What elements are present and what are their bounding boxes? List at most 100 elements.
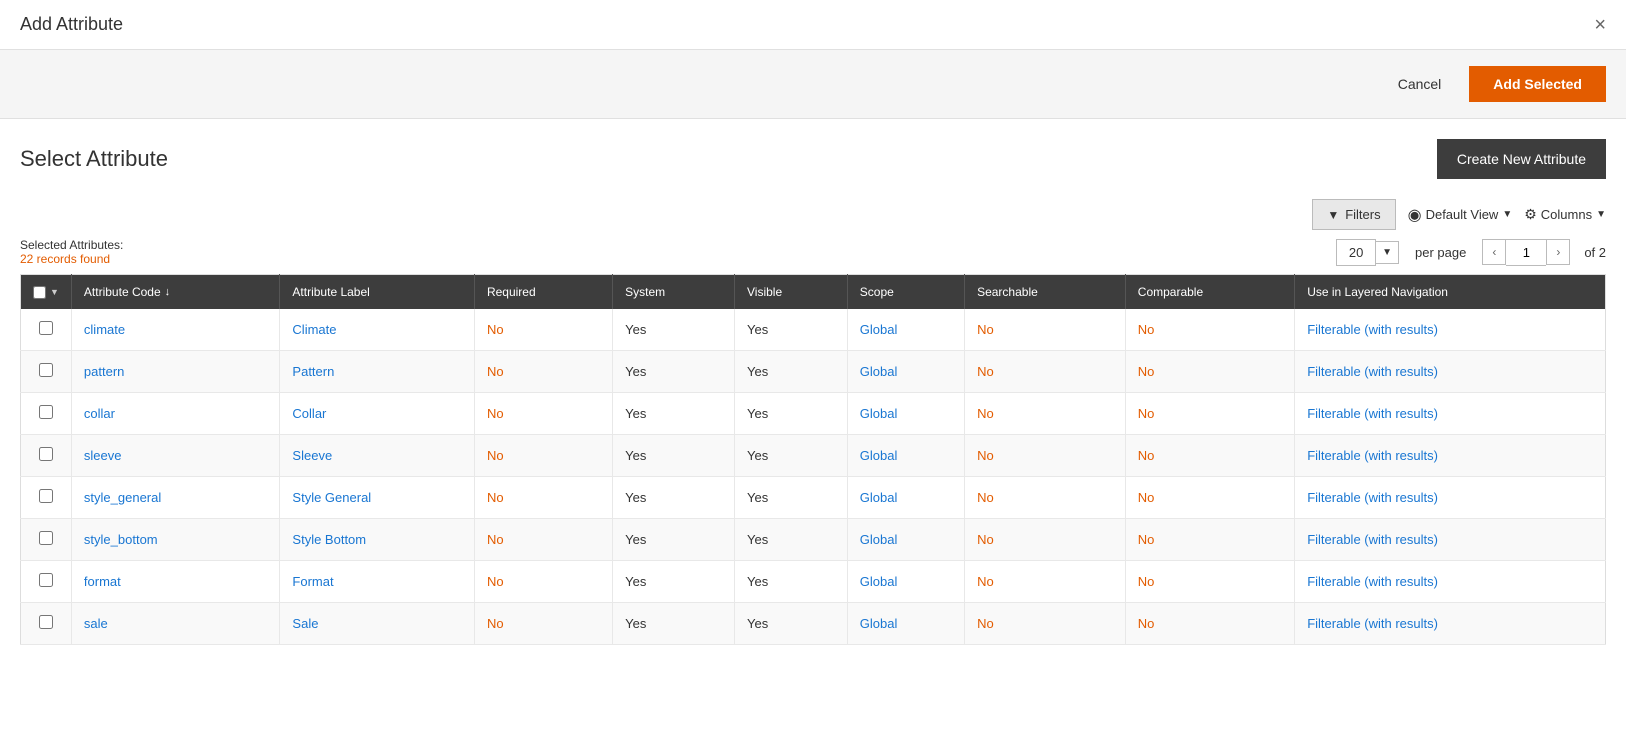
row-select-checkbox[interactable] [39,363,53,377]
visible-cell: Yes [735,603,848,645]
row-select-checkbox[interactable] [39,489,53,503]
cancel-button[interactable]: Cancel [1382,68,1458,100]
attributes-table: ▼ Attribute Code ↓ Attribute Label Requi… [20,274,1606,645]
per-page-value: 20 [1336,239,1376,266]
table-row: patternPatternNoYesYesGlobalNoNoFilterab… [21,351,1606,393]
comparable-cell: No [1125,477,1294,519]
records-info: Selected Attributes: 22 records found [20,238,123,266]
scope-cell: Global [847,477,964,519]
table-row: sleeveSleeveNoYesYesGlobalNoNoFilterable… [21,435,1606,477]
attr-label-link[interactable]: Style Bottom [292,532,366,547]
row-select-checkbox[interactable] [39,405,53,419]
searchable-cell: No [965,393,1126,435]
title-bar: Add Attribute × [0,0,1626,50]
row-select-checkbox[interactable] [39,447,53,461]
scope-cell: Global [847,393,964,435]
row-select-checkbox[interactable] [39,531,53,545]
searchable-cell: No [965,561,1126,603]
table-row: style_bottomStyle BottomNoYesYesGlobalNo… [21,519,1606,561]
th-scope[interactable]: Scope [847,275,964,310]
th-searchable[interactable]: Searchable [965,275,1126,310]
attr-code-link[interactable]: sleeve [84,448,122,463]
required-cell: No [474,561,612,603]
attr-label-link[interactable]: Climate [292,322,336,337]
system-cell: Yes [613,561,735,603]
row-select-checkbox[interactable] [39,321,53,335]
page-number-input[interactable] [1506,239,1546,266]
header-checkbox-arrow[interactable]: ▼ [50,287,59,297]
comparable-cell: No [1125,351,1294,393]
row-checkbox-cell [21,603,72,645]
system-cell: Yes [613,309,735,351]
attr-code-link[interactable]: climate [84,322,125,337]
scope-cell: Global [847,351,964,393]
attr-code-link[interactable]: pattern [84,364,124,379]
searchable-cell: No [965,477,1126,519]
row-checkbox-cell [21,519,72,561]
create-new-attribute-button[interactable]: Create New Attribute [1437,139,1606,179]
attr-code-link[interactable]: format [84,574,121,589]
per-page-dropdown-button[interactable]: ▼ [1376,241,1399,264]
attr-code-link[interactable]: sale [84,616,108,631]
th-visible[interactable]: Visible [735,275,848,310]
required-cell: No [474,519,612,561]
attr-code-link[interactable]: collar [84,406,115,421]
row-select-checkbox[interactable] [39,573,53,587]
row-checkbox-cell [21,477,72,519]
table-row: collarCollarNoYesYesGlobalNoNoFilterable… [21,393,1606,435]
searchable-cell: No [965,309,1126,351]
visible-cell: Yes [735,351,848,393]
th-required[interactable]: Required [474,275,612,310]
table-body: climateClimateNoYesYesGlobalNoNoFilterab… [21,309,1606,645]
filters-button[interactable]: ▼ Filters [1312,199,1395,230]
attr-code-cell: sale [71,603,280,645]
attr-label-link[interactable]: Style General [292,490,371,505]
visible-cell: Yes [735,393,848,435]
comparable-cell: No [1125,309,1294,351]
th-system[interactable]: System [613,275,735,310]
pagination-row: Selected Attributes: 22 records found 20… [20,238,1606,266]
attr-label-link[interactable]: Collar [292,406,326,421]
attr-label-link[interactable]: Pattern [292,364,334,379]
attr-label-link[interactable]: Sale [292,616,318,631]
add-selected-button[interactable]: Add Selected [1469,66,1606,102]
attr-label-link[interactable]: Format [292,574,333,589]
layered-nav-cell: Filterable (with results) [1295,435,1606,477]
selected-attributes-label: Selected Attributes: [20,238,123,252]
columns-selector[interactable]: ⚙ Columns ▼ [1524,206,1606,223]
scope-cell: Global [847,603,964,645]
attr-code-link[interactable]: style_general [84,490,161,505]
table-row: climateClimateNoYesYesGlobalNoNoFilterab… [21,309,1606,351]
visible-cell: Yes [735,309,848,351]
view-label: Default View [1426,207,1499,222]
required-cell: No [474,351,612,393]
prev-page-button[interactable]: ‹ [1482,239,1506,265]
dialog-title: Add Attribute [20,14,123,35]
close-button[interactable]: × [1594,15,1606,35]
attr-code-link[interactable]: style_bottom [84,532,158,547]
th-attribute-code[interactable]: Attribute Code ↓ [71,275,280,310]
attr-label-link[interactable]: Sleeve [292,448,332,463]
required-cell: No [474,393,612,435]
next-page-button[interactable]: › [1546,239,1570,265]
view-selector[interactable]: ◉ Default View ▼ [1408,205,1513,225]
searchable-cell: No [965,519,1126,561]
page-total-label: of 2 [1584,245,1606,260]
layered-nav-cell: Filterable (with results) [1295,393,1606,435]
row-select-checkbox[interactable] [39,615,53,629]
attr-label-cell: Format [280,561,475,603]
select-all-checkbox[interactable] [33,286,46,299]
comparable-cell: No [1125,561,1294,603]
th-comparable[interactable]: Comparable [1125,275,1294,310]
row-checkbox-cell [21,351,72,393]
attr-label-cell: Pattern [280,351,475,393]
th-checkbox: ▼ [21,275,72,310]
th-attribute-label[interactable]: Attribute Label [280,275,475,310]
system-cell: Yes [613,351,735,393]
attr-code-cell: sleeve [71,435,280,477]
visible-cell: Yes [735,561,848,603]
attr-code-cell: collar [71,393,280,435]
layered-nav-cell: Filterable (with results) [1295,603,1606,645]
th-layered-nav[interactable]: Use in Layered Navigation [1295,275,1606,310]
scope-cell: Global [847,309,964,351]
